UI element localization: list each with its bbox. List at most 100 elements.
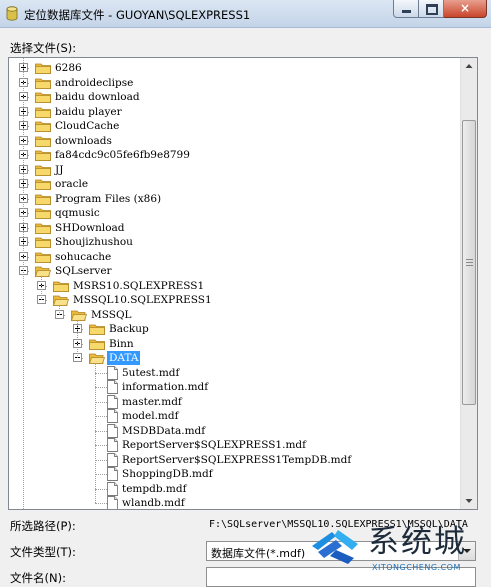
tree-file-item[interactable]: MSDBData.mdf xyxy=(9,423,459,438)
folder-icon xyxy=(35,62,51,74)
file-icon xyxy=(107,438,118,452)
tree-item-label: master.mdf xyxy=(122,395,182,408)
tree-connector xyxy=(95,416,107,417)
tree-item-label: SHDownload xyxy=(55,221,125,234)
tree-item-label: downloads xyxy=(55,134,112,147)
tree-folder-item[interactable]: qqmusic xyxy=(9,206,459,220)
tree-folder-item[interactable]: fa84cdc9c05fe6fb9e8799 xyxy=(9,148,459,162)
tree-file-item[interactable]: 5utest.mdf xyxy=(9,365,459,380)
tree-folder-item[interactable]: SHDownload xyxy=(9,221,459,235)
folder-icon xyxy=(35,178,51,190)
tree-connector xyxy=(95,445,107,446)
file-icon xyxy=(107,452,118,467)
tree-folder-item[interactable]: Program Files (x86) xyxy=(9,192,459,206)
tree-item-label: MSDBData.mdf xyxy=(122,424,206,437)
tree-item-label: sohucache xyxy=(55,250,112,263)
tree-connector xyxy=(95,430,107,432)
folder-icon xyxy=(52,294,70,306)
file-icon xyxy=(107,496,118,509)
vertical-scrollbar[interactable] xyxy=(460,58,477,509)
tree-file-item[interactable]: ReportServer$SQLEXPRESS1.mdf xyxy=(9,438,459,452)
folder-icon xyxy=(34,265,52,277)
tree-connector xyxy=(41,276,42,300)
folder-icon xyxy=(35,222,51,234)
tree-item-label: baidu player xyxy=(55,105,122,118)
tree-file-item[interactable]: information.mdf xyxy=(9,380,459,394)
tree-folder-item[interactable]: CloudCache xyxy=(9,119,459,133)
tree-folder-item[interactable]: SQLserver xyxy=(9,264,459,278)
tree-connector xyxy=(95,372,107,374)
tree-folder-item[interactable]: Shoujizhushou xyxy=(9,235,459,249)
file-icon xyxy=(107,409,118,423)
tree-file-item[interactable]: master.mdf xyxy=(9,394,459,409)
tree-connector xyxy=(23,58,24,509)
file-icon xyxy=(107,365,118,380)
folder-icon xyxy=(53,280,69,292)
tree-item-label: Program Files (x86) xyxy=(55,192,162,205)
tree-item-label: ReportServer$SQLEXPRESS1TempDB.mdf xyxy=(122,453,352,466)
folder-icon xyxy=(35,193,51,205)
folder-icon xyxy=(35,77,51,89)
folder-icon xyxy=(35,120,51,132)
folder-icon xyxy=(35,149,51,161)
tree-item-label: ReportServer$SQLEXPRESS1.mdf xyxy=(122,439,307,451)
tree-file-item[interactable]: ShoppingDB.mdf xyxy=(9,467,459,481)
folder-icon xyxy=(88,352,106,364)
tree-folder-item[interactable]: oracle xyxy=(9,177,459,191)
folder-icon xyxy=(35,207,51,219)
tree-folder-item[interactable]: baidu player xyxy=(9,105,459,119)
scroll-down-arrow-icon[interactable] xyxy=(461,493,477,509)
tree-folder-item[interactable]: androideclipse xyxy=(9,76,459,90)
tree-item-label: baidu download xyxy=(55,91,140,103)
tree-folder-item[interactable]: sohucache xyxy=(9,250,459,264)
file-icon xyxy=(107,394,118,409)
window-controls: × xyxy=(393,0,487,19)
tree-item-label: MSRS10.SQLEXPRESS1 xyxy=(73,279,205,292)
maximize-button[interactable] xyxy=(419,0,444,18)
file-icon xyxy=(107,423,118,438)
tree-item-label: MSSQL10.SQLEXPRESS1 xyxy=(73,294,212,306)
tree-folder-item[interactable]: MSRS10.SQLEXPRESS1 xyxy=(9,279,459,293)
file-type-label: 文件类型(T): xyxy=(10,545,76,559)
scroll-up-arrow-icon[interactable] xyxy=(461,58,477,74)
tree-item-label: SQLserver xyxy=(55,265,112,277)
tree-item-label: Shoujizhushou xyxy=(55,236,133,248)
tree-folder-item[interactable]: downloads xyxy=(9,134,459,148)
tree-file-item[interactable]: wlandb.mdf xyxy=(9,496,459,509)
tree-connector xyxy=(77,319,78,358)
title-bar[interactable]: 定位数据库文件 - GUOYAN\SQLEXPRESS1 × xyxy=(0,0,491,28)
tree-item-label: information.mdf xyxy=(122,381,209,393)
tree-connector xyxy=(95,503,107,504)
close-button[interactable]: × xyxy=(444,0,487,18)
tree-item-label: androideclipse xyxy=(55,76,134,89)
tree-file-item[interactable]: ReportServer$SQLEXPRESS1TempDB.mdf xyxy=(9,452,459,467)
minimize-button[interactable] xyxy=(393,0,419,18)
tree-item-label: fa84cdc9c05fe6fb9e8799 xyxy=(55,149,190,161)
watermark-logo-icon xyxy=(312,530,358,564)
scrollbar-thumb[interactable] xyxy=(462,120,476,405)
tree-item-label: tempdb.mdf xyxy=(122,482,187,495)
tree-folder-item[interactable]: baidu download xyxy=(9,90,459,104)
tree-file-item[interactable]: model.mdf xyxy=(9,409,459,423)
tree-folder-item[interactable]: JJ xyxy=(9,163,459,177)
tree-item-label: Binn xyxy=(109,337,134,350)
file-tree[interactable]: 6286 androideclipse baidu download baidu pl… xyxy=(8,57,478,510)
tree-folder-item[interactable]: MSSQL10.SQLEXPRESS1 xyxy=(9,293,459,307)
tree-folder-item[interactable]: 6286 xyxy=(9,61,459,75)
tree-item-label: DATA xyxy=(107,351,141,365)
tree-connector xyxy=(95,401,107,403)
tree-connector xyxy=(95,488,107,490)
file-icon xyxy=(107,481,118,496)
tree-item-label: JJ xyxy=(55,163,64,176)
file-name-label: 文件名(N): xyxy=(10,571,66,585)
file-type-value: 数据库文件(*.mdf) xyxy=(211,547,306,560)
tree-connector xyxy=(95,387,107,388)
folder-icon xyxy=(35,164,51,176)
folder-icon xyxy=(35,106,51,118)
window-title: 定位数据库文件 - GUOYAN\SQLEXPRESS1 xyxy=(24,8,251,22)
folder-icon xyxy=(89,323,105,335)
tree-file-item[interactable]: tempdb.mdf xyxy=(9,481,459,496)
select-file-label: 选择文件(S): xyxy=(10,41,77,55)
tree-item-label: Backup xyxy=(109,323,149,335)
tree-item-label: ShoppingDB.mdf xyxy=(122,468,213,480)
